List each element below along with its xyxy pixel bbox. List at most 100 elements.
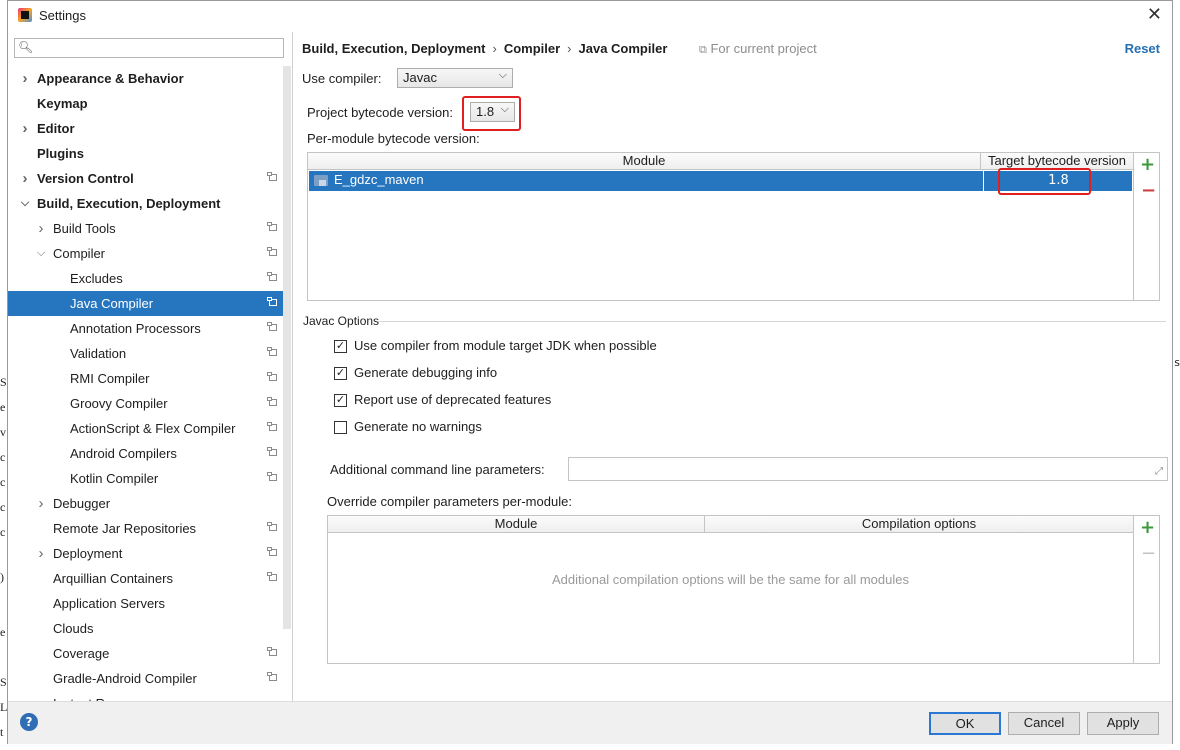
sidebar-item-remote-jar-repositories[interactable]: Remote Jar Repositories (8, 516, 283, 541)
project-scope-icon (267, 672, 277, 681)
sidebar-item-version-control[interactable]: › Version Control (8, 166, 283, 191)
sidebar-item-deployment[interactable]: › Deployment (8, 541, 283, 566)
sidebar-item-clouds[interactable]: Clouds (8, 616, 283, 641)
breadcrumb-separator: › (567, 41, 572, 56)
sidebar-item-label: Kotlin Compiler (70, 471, 159, 486)
sidebar-item-label: Application Servers (53, 596, 165, 611)
override-toolbar: + − (1134, 515, 1160, 664)
remove-override-button[interactable]: − (1141, 543, 1156, 564)
module-folder-icon (314, 175, 328, 186)
add-override-button[interactable]: + (1140, 517, 1155, 538)
sidebar-item-debugger[interactable]: › Debugger (8, 491, 283, 516)
checkbox-box[interactable]: ✓ (334, 340, 347, 353)
help-icon[interactable]: ? (20, 713, 38, 731)
background-text: c (0, 500, 6, 514)
checkbox-box[interactable] (334, 421, 347, 434)
sidebar-item-label: Java Compiler (70, 296, 154, 311)
for-current-project-label: For current project (710, 41, 817, 56)
chevron-right-icon[interactable]: › (20, 66, 30, 91)
project-bytecode-select[interactable]: 1.8 ⌵ (470, 102, 515, 122)
sidebar-item-label: ActionScript & Flex Compiler (70, 421, 236, 436)
per-module-table: Module Target bytecode version E_gdzc_ma… (307, 152, 1134, 301)
additional-params-label: Additional command line parameters: (330, 462, 545, 477)
sidebar-item-validation[interactable]: Validation (8, 341, 283, 366)
checkbox-label: Generate debugging info (354, 365, 498, 380)
column-header-module[interactable]: Module (308, 153, 981, 170)
search-input[interactable] (37, 40, 281, 58)
project-scope-icon (267, 522, 277, 531)
background-text: c (0, 475, 6, 489)
sidebar-item-coverage[interactable]: Coverage (8, 641, 283, 666)
cancel-button[interactable]: Cancel (1008, 712, 1080, 735)
sidebar-item-appearance-behavior[interactable]: › Appearance & Behavior (8, 66, 283, 91)
add-module-button[interactable]: + (1140, 154, 1155, 175)
sidebar-item-label: Debugger (53, 496, 111, 511)
target-bytecode-cell[interactable]: 1.8 (983, 171, 1133, 191)
checkbox-box[interactable]: ✓ (334, 367, 347, 380)
title-bar: Settings ✕ (8, 1, 1172, 32)
chevron-right-icon[interactable]: › (36, 541, 46, 566)
column-header-compilation-options[interactable]: Compilation options (705, 516, 1133, 533)
reset-link[interactable]: Reset (1125, 41, 1160, 56)
sidebar-item-label: Plugins (37, 146, 84, 161)
ok-button[interactable]: OK (929, 712, 1001, 735)
chevron-right-icon[interactable]: › (36, 491, 46, 516)
sidebar-item-build-tools[interactable]: › Build Tools (8, 216, 283, 241)
checkbox-box[interactable]: ✓ (334, 394, 347, 407)
chevron-right-icon[interactable]: › (20, 116, 30, 141)
remove-module-button[interactable]: − (1141, 180, 1156, 201)
sidebar-item-application-servers[interactable]: Application Servers (8, 591, 283, 616)
sidebar-item-java-compiler[interactable]: Java Compiler (8, 291, 283, 316)
sidebar-item-rmi-compiler[interactable]: RMI Compiler (8, 366, 283, 391)
sidebar-item-label: Deployment (53, 546, 123, 561)
sidebar-item-keymap[interactable]: Keymap (8, 91, 283, 116)
sidebar-scrollbar[interactable] (283, 66, 291, 629)
project-scope-icon (267, 172, 277, 181)
background-text: ) (0, 570, 4, 584)
project-scope-icon (267, 297, 277, 306)
chevron-down-icon: ⌵ (500, 103, 509, 115)
sidebar-item-label: Clouds (53, 621, 94, 636)
checkbox-label: Report use of deprecated features (354, 392, 552, 407)
breadcrumb-java-compiler: Java Compiler (578, 41, 668, 56)
sidebar-item-gradle-android-compiler[interactable]: Gradle-Android Compiler (8, 666, 283, 691)
use-compiler-select[interactable]: Javac ⌵ (397, 68, 513, 88)
additional-params-input[interactable]: ⤢ (568, 457, 1168, 481)
chevron-right-icon[interactable]: › (36, 216, 46, 241)
project-scope-icon (267, 647, 277, 656)
project-scope-icon (267, 572, 277, 581)
chevron-down-icon[interactable]: ⌵ (36, 241, 46, 266)
table-row[interactable]: E_gdzc_maven 1.8 (309, 171, 1132, 191)
project-scope-icon (267, 422, 277, 431)
close-icon[interactable]: ✕ (1147, 4, 1162, 25)
sidebar-item-instant-run[interactable]: Instant Run (8, 691, 283, 701)
sidebar-item-label: Version Control (37, 171, 134, 186)
sidebar-item-arquillian-containers[interactable]: Arquillian Containers (8, 566, 283, 591)
chevron-down-icon[interactable]: ⌵ (20, 191, 30, 216)
column-header-target-bytecode[interactable]: Target bytecode version (981, 153, 1133, 170)
settings-search-box[interactable]: 🔍︎ (14, 38, 284, 58)
project-scope-icon (267, 397, 277, 406)
sidebar-item-label: Build, Execution, Deployment (37, 196, 221, 211)
sidebar-item-label: Build Tools (53, 221, 116, 236)
dialog-footer: ? OK Cancel Apply (8, 701, 1172, 744)
sidebar-item-groovy-compiler[interactable]: Groovy Compiler (8, 391, 283, 416)
use-compiler-value: Javac (403, 70, 437, 85)
chevron-right-icon[interactable]: › (20, 166, 30, 191)
sidebar-item-plugins[interactable]: Plugins (8, 141, 283, 166)
sidebar-item-label: Instant Run (53, 691, 120, 701)
sidebar-item-actionscript-flex-compiler[interactable]: ActionScript & Flex Compiler (8, 416, 283, 441)
sidebar-item-excludes[interactable]: Excludes (8, 266, 283, 291)
sidebar-item-compiler[interactable]: ⌵ Compiler (8, 241, 283, 266)
apply-button[interactable]: Apply (1087, 712, 1159, 735)
sidebar-item-kotlin-compiler[interactable]: Kotlin Compiler (8, 466, 283, 491)
settings-dialog: Settings ✕ 🔍︎ › Appearance & Behavior Keym… (7, 0, 1173, 744)
column-header-module[interactable]: Module (328, 516, 705, 533)
window-title: Settings (39, 8, 86, 23)
sidebar-item-build-execution-deployment[interactable]: ⌵ Build, Execution, Deployment (8, 191, 283, 216)
sidebar-item-annotation-processors[interactable]: Annotation Processors (8, 316, 283, 341)
project-scope-icon (267, 222, 277, 231)
sidebar-item-editor[interactable]: › Editor (8, 116, 283, 141)
sidebar-item-android-compilers[interactable]: Android Compilers (8, 441, 283, 466)
expand-icon[interactable]: ⤢ (1155, 466, 1163, 477)
